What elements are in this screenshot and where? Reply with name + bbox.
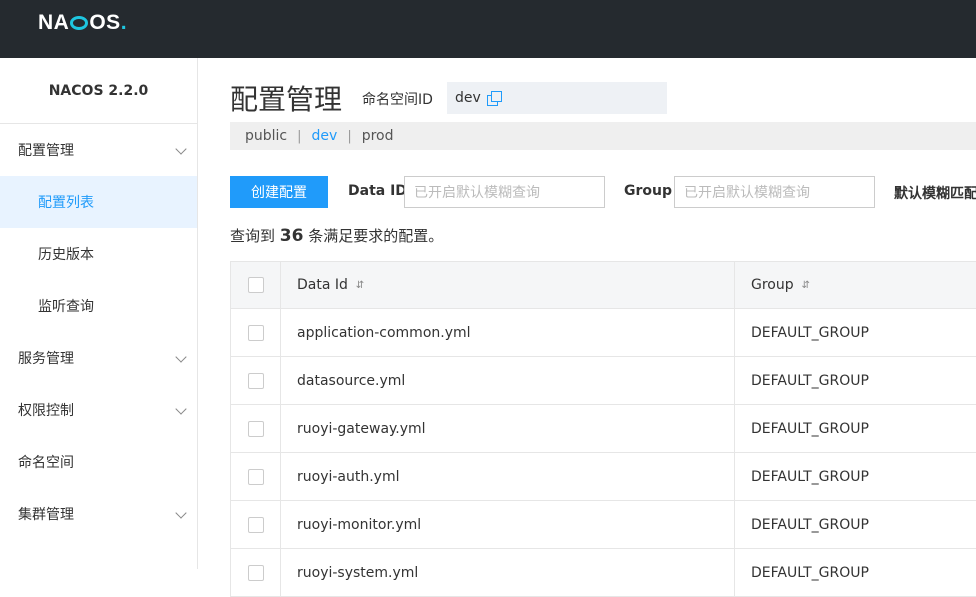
group-cell: DEFAULT_GROUP	[751, 564, 869, 581]
namespace-separator: |	[347, 128, 352, 144]
column-label: Data Id	[297, 277, 348, 293]
group-cell: DEFAULT_GROUP	[751, 516, 869, 533]
result-count: 36	[279, 226, 304, 246]
column-header-data-id[interactable]: Data Id ⇵	[282, 262, 735, 308]
sidebar-item-label: 权限控制	[18, 403, 74, 419]
logo-text-prefix: NA	[38, 11, 70, 34]
sidebar-item-label: 监听查询	[38, 299, 94, 315]
sidebar-item-label: 配置列表	[38, 195, 94, 211]
sidebar-item-label: 服务管理	[18, 351, 74, 367]
select-all-checkbox[interactable]	[247, 277, 264, 293]
main-content: 配置管理 命名空间ID dev public | dev | prod 创建配置…	[198, 58, 976, 597]
column-label: Group	[751, 277, 794, 293]
sidebar-item-label: 历史版本	[38, 247, 94, 263]
sidebar-item-namespace[interactable]: 命名空间	[0, 436, 197, 488]
logo-dot: .	[120, 11, 128, 34]
data-id-cell: datasource.yml	[282, 357, 735, 404]
top-bar: NA OS.	[0, 0, 976, 58]
sidebar-item-label: 集群管理	[18, 507, 74, 523]
chevron-down-icon	[175, 403, 187, 415]
table-row: application-common.yml DEFAULT_GROUP	[230, 309, 976, 357]
sort-icon[interactable]: ⇵	[356, 280, 364, 291]
namespace-separator: |	[297, 128, 302, 144]
row-checkbox-cell	[231, 453, 281, 500]
row-checkbox[interactable]	[247, 372, 264, 389]
namespace-link-prod[interactable]: prod	[362, 128, 394, 144]
nacos-logo[interactable]: NA OS.	[38, 10, 127, 36]
data-id-cell: ruoyi-monitor.yml	[282, 501, 735, 548]
row-checkbox-cell	[231, 309, 281, 356]
row-checkbox-cell	[231, 357, 281, 404]
table-row: ruoyi-gateway.yml DEFAULT_GROUP	[230, 405, 976, 453]
row-checkbox-cell	[231, 501, 281, 548]
sidebar-item-label: 配置管理	[18, 143, 74, 159]
sort-icon[interactable]: ⇵	[802, 280, 810, 291]
header-checkbox-cell	[231, 262, 281, 308]
table-row: ruoyi-auth.yml DEFAULT_GROUP	[230, 453, 976, 501]
namespace-link-public[interactable]: public	[245, 128, 287, 144]
sidebar-item-access-control[interactable]: 权限控制	[0, 384, 197, 436]
result-suffix: 条满足要求的配置。	[308, 227, 444, 245]
result-summary: 查询到 36 条满足要求的配置。	[230, 225, 443, 246]
page-title: 配置管理	[230, 83, 343, 116]
namespace-switcher: public | dev | prod	[230, 122, 976, 150]
config-table: Data Id ⇵ Group ⇵ application-common.yml D…	[230, 261, 976, 597]
chevron-down-icon	[175, 507, 187, 519]
row-checkbox[interactable]	[247, 564, 264, 581]
sidebar: NACOS 2.2.0 配置管理 配置列表 历史版本 监听查询 服务管理 权限控…	[0, 58, 198, 569]
data-id-cell: ruoyi-auth.yml	[282, 453, 735, 500]
row-checkbox[interactable]	[247, 324, 264, 341]
row-checkbox[interactable]	[247, 468, 264, 485]
sidebar-item-label: 命名空间	[18, 455, 74, 471]
data-id-cell: application-common.yml	[282, 309, 735, 356]
chevron-down-icon	[175, 143, 187, 155]
sidebar-item-config-list[interactable]: 配置列表	[0, 176, 197, 228]
create-config-button[interactable]: 创建配置	[230, 176, 328, 208]
result-prefix: 查询到	[230, 227, 276, 245]
data-id-input[interactable]: 已开启默认模糊查询	[404, 176, 605, 208]
sidebar-item-config-management[interactable]: 配置管理	[0, 124, 197, 176]
sidebar-item-history[interactable]: 历史版本	[0, 228, 197, 280]
group-cell: DEFAULT_GROUP	[751, 324, 869, 341]
data-id-cell: ruoyi-gateway.yml	[282, 405, 735, 452]
sidebar-item-listener-query[interactable]: 监听查询	[0, 280, 197, 332]
group-cell: DEFAULT_GROUP	[751, 468, 869, 485]
table-row: ruoyi-system.yml DEFAULT_GROUP	[230, 549, 976, 597]
table-row: ruoyi-monitor.yml DEFAULT_GROUP	[230, 501, 976, 549]
namespace-link-dev[interactable]: dev	[312, 128, 338, 144]
copy-icon[interactable]	[486, 91, 502, 106]
row-checkbox[interactable]	[247, 420, 264, 437]
column-header-group[interactable]: Group ⇵	[736, 262, 976, 308]
table-header: Data Id ⇵ Group ⇵	[230, 261, 976, 309]
group-label: Group	[624, 183, 673, 199]
sidebar-item-service-management[interactable]: 服务管理	[0, 332, 197, 384]
group-cell: DEFAULT_GROUP	[751, 420, 869, 437]
namespace-id-text: dev	[455, 90, 481, 106]
row-checkbox[interactable]	[247, 516, 264, 533]
namespace-id-label: 命名空间ID	[362, 92, 433, 108]
table-row: datasource.yml DEFAULT_GROUP	[230, 357, 976, 405]
data-id-cell: ruoyi-system.yml	[282, 549, 735, 596]
data-id-label: Data ID	[348, 183, 407, 199]
chevron-down-icon	[175, 351, 187, 363]
fuzzy-match-label: 默认模糊匹配	[894, 186, 976, 202]
sidebar-item-cluster-management[interactable]: 集群管理	[0, 488, 197, 540]
row-checkbox-cell	[231, 549, 281, 596]
logo-ring-icon	[70, 16, 89, 30]
group-input[interactable]: 已开启默认模糊查询	[674, 176, 875, 208]
row-checkbox-cell	[231, 405, 281, 452]
logo-text-suffix: OS	[89, 11, 121, 34]
sidebar-title: NACOS 2.2.0	[0, 58, 197, 124]
namespace-id-value: dev	[447, 82, 667, 114]
group-cell: DEFAULT_GROUP	[751, 372, 869, 389]
